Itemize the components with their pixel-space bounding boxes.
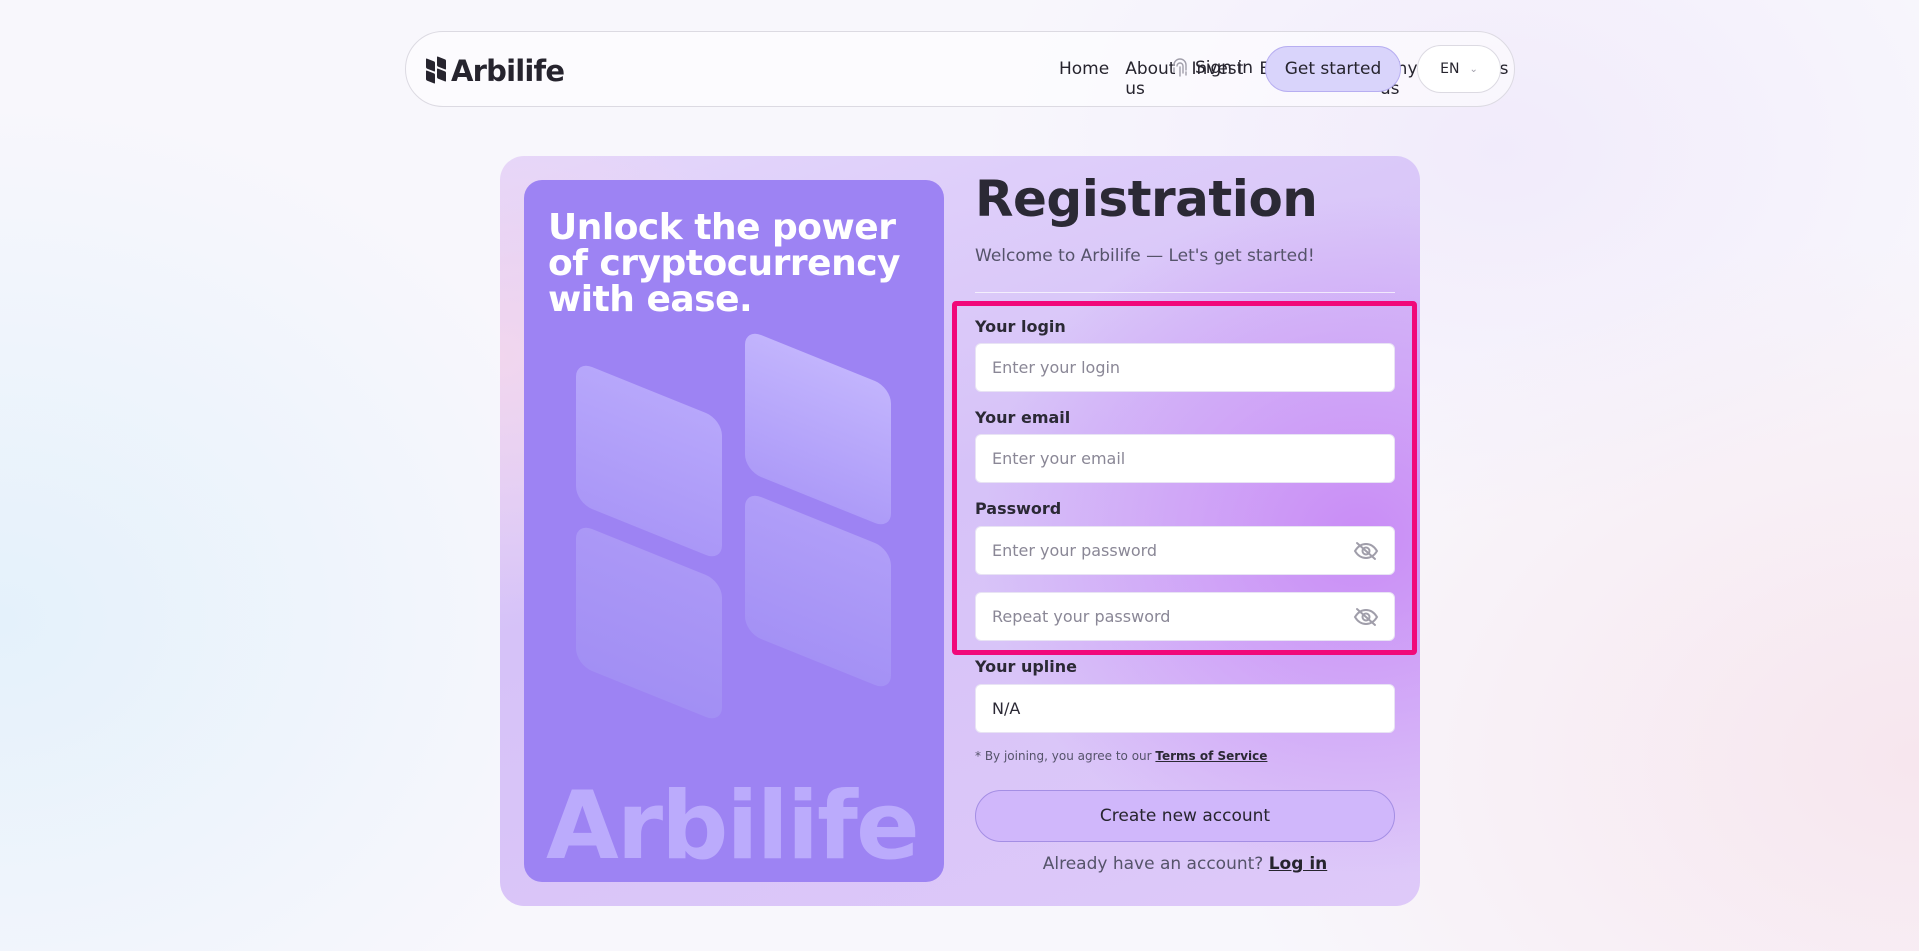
promo-headline: Unlock the power of cryptocurrency with … (548, 207, 901, 320)
upline-field[interactable] (975, 684, 1395, 733)
get-started-button[interactable]: Get started (1265, 46, 1401, 92)
logo-mark-icon (426, 56, 448, 84)
create-account-button[interactable]: Create new account (975, 790, 1395, 842)
nav-about-us[interactable]: About us (1125, 59, 1175, 99)
page-subtitle: Welcome to Arbilife — Let's get started! (975, 246, 1315, 266)
credentials-highlight-box (952, 301, 1417, 655)
chevron-down-icon: ⌄ (1469, 63, 1478, 75)
sign-in-label: Sign in (1195, 58, 1253, 78)
logo-text: Arbilife (451, 54, 565, 88)
promo-watermark: Arbilife (546, 772, 920, 881)
log-in-link[interactable]: Log in (1269, 854, 1328, 874)
language-selector[interactable]: EN ⌄ (1417, 45, 1501, 93)
terms-of-service-link[interactable]: Terms of Service (1155, 749, 1267, 763)
sign-in-link[interactable]: Sign in (1171, 57, 1253, 79)
nav-home[interactable]: Home (1059, 59, 1109, 99)
promo-panel: Unlock the power of cryptocurrency with … (524, 180, 944, 882)
brand-logo[interactable]: Arbilife (426, 54, 565, 88)
login-prompt-text: Already have an account? (1042, 854, 1269, 874)
terms-prefix: * By joining, you agree to our (975, 749, 1156, 763)
page-title: Registration (975, 170, 1318, 228)
fingerprint-icon (1173, 58, 1187, 77)
login-prompt: Already have an account? Log in (975, 854, 1395, 874)
registration-card: Unlock the power of cryptocurrency with … (500, 156, 1420, 906)
top-navbar: Arbilife Home About us Invest Earn Guide… (405, 31, 1515, 107)
upline-label: Your upline (975, 657, 1078, 676)
divider (975, 292, 1395, 293)
language-code: EN (1440, 61, 1460, 77)
terms-notice: * By joining, you agree to our Terms of … (975, 749, 1267, 763)
